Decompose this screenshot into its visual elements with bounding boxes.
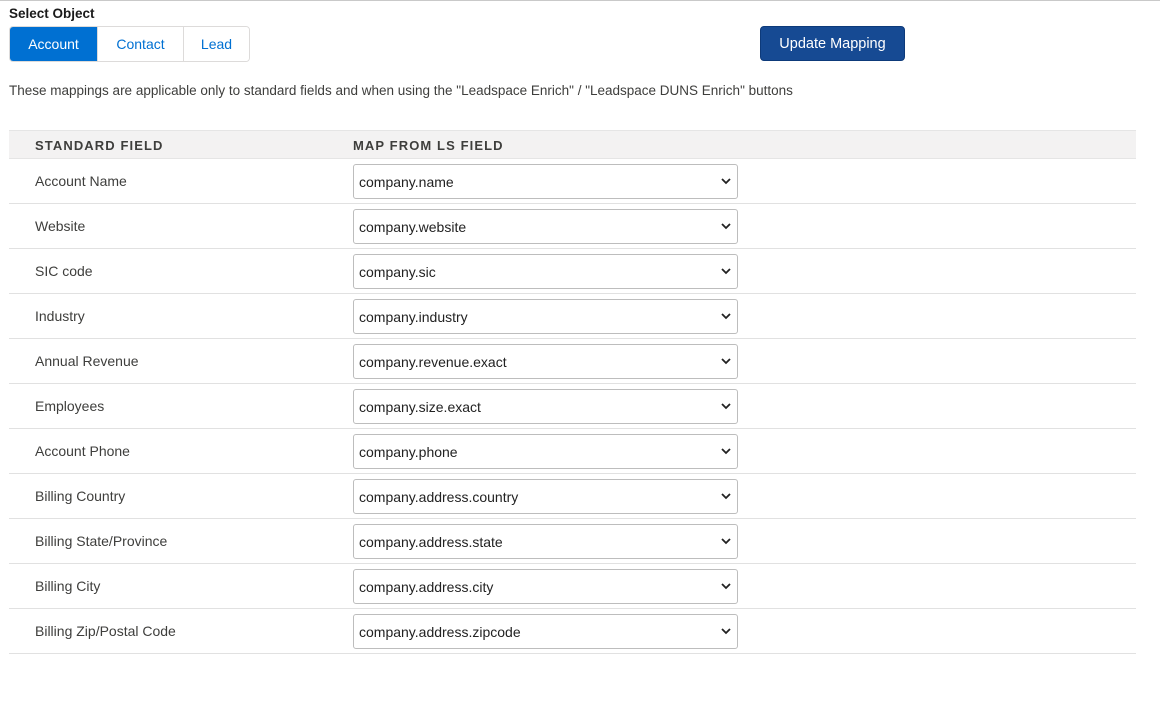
- ls-field-select[interactable]: company.industry: [353, 299, 738, 334]
- chevron-down-icon: [721, 538, 731, 545]
- standard-field-label: Billing State/Province: [35, 533, 168, 549]
- chevron-down-icon: [721, 628, 731, 635]
- ls-field-select-value: company.size.exact: [359, 399, 481, 415]
- table-row: Account Phone company.phone: [9, 429, 1136, 474]
- ls-field-select-value: company.address.city: [359, 579, 494, 595]
- tab-account[interactable]: Account: [10, 27, 97, 61]
- chevron-down-icon: [721, 583, 731, 590]
- update-mapping-button[interactable]: Update Mapping: [760, 26, 905, 61]
- standard-field-label: Website: [35, 218, 86, 234]
- table-body: Account Name company.name Website company.w…: [9, 159, 1136, 654]
- chevron-down-icon: [721, 313, 731, 320]
- standard-field-label: Billing Zip/Postal Code: [35, 623, 176, 639]
- ls-field-select-value: company.revenue.exact: [359, 354, 507, 370]
- header-standard-field: STANDARD FIELD: [35, 138, 164, 153]
- top-divider: [0, 0, 1160, 1]
- object-tabs: Account Contact Lead: [9, 26, 250, 62]
- ls-field-select-value: company.website: [359, 219, 467, 235]
- table-row: Website company.website: [9, 204, 1136, 249]
- ls-field-select[interactable]: company.revenue.exact: [353, 344, 738, 379]
- table-row: Billing Country company.address.country: [9, 474, 1136, 519]
- standard-field-label: Industry: [35, 308, 85, 324]
- mapping-table: STANDARD FIELD MAP FROM LS FIELD Account…: [9, 130, 1136, 654]
- standard-field-label: Account Phone: [35, 443, 130, 459]
- table-row: Account Name company.name: [9, 159, 1136, 204]
- ls-field-select[interactable]: company.address.state: [353, 524, 738, 559]
- chevron-down-icon: [721, 358, 731, 365]
- ls-field-select-value: company.address.state: [359, 534, 503, 550]
- ls-field-select-value: company.sic: [359, 264, 436, 280]
- table-row: Billing City company.address.city: [9, 564, 1136, 609]
- header-map-from-ls-field: MAP FROM LS FIELD: [353, 138, 504, 153]
- table-row: Billing State/Province company.address.st…: [9, 519, 1136, 564]
- mapping-note: These mappings are applicable only to st…: [9, 83, 793, 98]
- select-object-label: Select Object: [9, 6, 95, 21]
- chevron-down-icon: [721, 493, 731, 500]
- standard-field-label: Billing City: [35, 578, 101, 594]
- ls-field-select[interactable]: company.address.zipcode: [353, 614, 738, 649]
- table-row: Annual Revenue company.revenue.exact: [9, 339, 1136, 384]
- table-row: Industry company.industry: [9, 294, 1136, 339]
- ls-field-select[interactable]: company.website: [353, 209, 738, 244]
- ls-field-select[interactable]: company.name: [353, 164, 738, 199]
- standard-field-label: Annual Revenue: [35, 353, 139, 369]
- standard-field-label: Billing Country: [35, 488, 126, 504]
- ls-field-select[interactable]: company.sic: [353, 254, 738, 289]
- table-row: Billing Zip/Postal Code company.address.z…: [9, 609, 1136, 654]
- table-row: SIC code company.sic: [9, 249, 1136, 294]
- ls-field-select[interactable]: company.address.city: [353, 569, 738, 604]
- ls-field-select-value: company.address.zipcode: [359, 624, 521, 640]
- standard-field-label: SIC code: [35, 263, 93, 279]
- chevron-down-icon: [721, 268, 731, 275]
- chevron-down-icon: [721, 448, 731, 455]
- ls-field-select-value: company.name: [359, 174, 454, 190]
- table-header: STANDARD FIELD MAP FROM LS FIELD: [9, 130, 1136, 159]
- ls-field-select-value: company.phone: [359, 444, 458, 460]
- tab-contact[interactable]: Contact: [97, 27, 183, 61]
- ls-field-select[interactable]: company.address.country: [353, 479, 738, 514]
- ls-field-select[interactable]: company.phone: [353, 434, 738, 469]
- ls-field-select-value: company.industry: [359, 309, 468, 325]
- ls-field-select[interactable]: company.size.exact: [353, 389, 738, 424]
- tab-lead[interactable]: Lead: [183, 27, 249, 61]
- chevron-down-icon: [721, 403, 731, 410]
- chevron-down-icon: [721, 223, 731, 230]
- chevron-down-icon: [721, 178, 731, 185]
- standard-field-label: Employees: [35, 398, 105, 414]
- ls-field-select-value: company.address.country: [359, 489, 519, 505]
- standard-field-label: Account Name: [35, 173, 127, 189]
- table-row: Employees company.size.exact: [9, 384, 1136, 429]
